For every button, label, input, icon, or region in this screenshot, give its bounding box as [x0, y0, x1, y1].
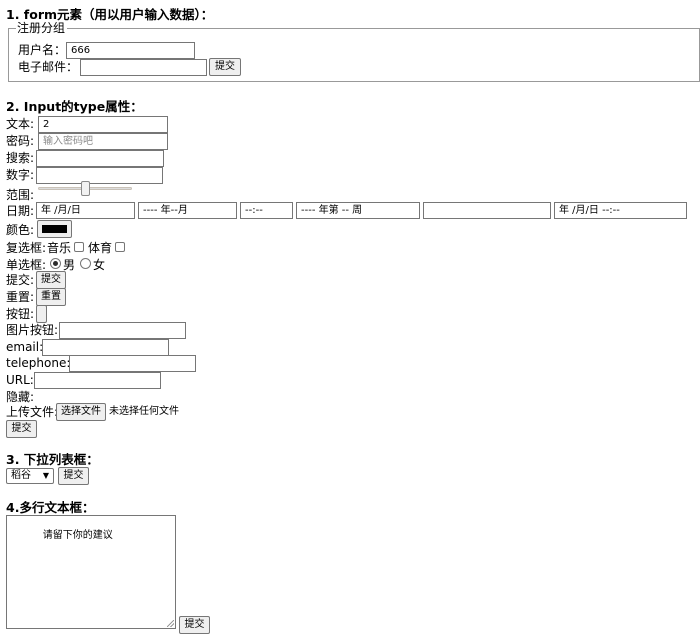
password-input[interactable]: 输入密码吧: [38, 133, 168, 150]
radio-male[interactable]: [50, 258, 61, 269]
password-label: 密码:: [6, 134, 35, 148]
radio-female-label: 女: [93, 258, 106, 272]
color-picker[interactable]: [37, 220, 72, 238]
text-label: 文本:: [6, 117, 35, 131]
time-input[interactable]: --:--: [240, 202, 293, 219]
email-type-label: email:: [6, 340, 44, 354]
email-label: 电子邮件：: [18, 60, 79, 74]
radio-female[interactable]: [80, 258, 91, 269]
checkbox-label: 复选框:: [6, 241, 47, 255]
email-type-input[interactable]: [42, 339, 169, 356]
email-input[interactable]: [80, 59, 207, 76]
color-swatch: [42, 225, 67, 233]
checkbox-sports[interactable]: [115, 242, 125, 252]
image-button-input[interactable]: [59, 322, 186, 339]
reset-label: 重置:: [6, 290, 35, 304]
username-label: 用户名：: [18, 43, 67, 57]
section-title-dropdown: 3. 下拉列表框：: [6, 452, 99, 467]
month-input[interactable]: ---- 年--月: [138, 202, 237, 219]
plain-button[interactable]: [36, 305, 47, 323]
search-input[interactable]: [36, 150, 164, 167]
textarea-submit-button[interactable]: 提交: [179, 616, 210, 634]
telephone-input[interactable]: [69, 355, 196, 372]
username-input[interactable]: 666: [66, 42, 195, 59]
fieldset-legend: 注册分组: [17, 21, 66, 35]
range-label: 范围:: [6, 188, 35, 202]
section-title-input-types: 2. Input的type属性：: [6, 99, 143, 114]
chevron-down-icon: ▼: [42, 471, 49, 480]
extra-input[interactable]: [423, 202, 551, 219]
date-label: 日期:: [6, 204, 35, 218]
file-label: 上传文件:: [6, 405, 59, 419]
button-label: 按钮:: [6, 307, 35, 321]
crop-select[interactable]: 稻谷 ▼: [6, 468, 54, 484]
register-submit-button[interactable]: 提交: [209, 58, 241, 76]
dropdown-submit-button[interactable]: 提交: [58, 467, 89, 485]
checkbox-sports-label: 体育: [88, 241, 113, 255]
reset-button[interactable]: 重置: [36, 288, 66, 306]
textarea-content: 请留下你的建议: [17, 530, 113, 541]
url-label: URL:: [6, 373, 34, 387]
search-label: 搜索:: [6, 151, 35, 165]
date-input[interactable]: 年 /月/日: [36, 202, 135, 219]
color-label: 颜色:: [6, 223, 35, 237]
form-submit-button[interactable]: 提交: [6, 420, 37, 438]
image-button-label: 图片按钮:: [6, 323, 59, 337]
resize-grip-icon[interactable]: [167, 620, 174, 627]
checkbox-music-label: 音乐: [47, 241, 72, 255]
section-title-textarea: 4.多行文本框：: [6, 500, 95, 515]
number-label: 数字:: [6, 168, 35, 182]
number-input[interactable]: [36, 167, 163, 184]
range-slider-thumb[interactable]: [80, 181, 90, 196]
url-input[interactable]: [34, 372, 161, 389]
text-input[interactable]: 2: [38, 116, 168, 133]
submit-button[interactable]: 提交: [36, 271, 66, 289]
week-input[interactable]: ---- 年第 -- 周: [296, 202, 420, 219]
telephone-label: telephone:: [6, 356, 71, 370]
hidden-label: 隐藏:: [6, 390, 35, 404]
file-status: 未选择任何文件: [109, 406, 179, 417]
file-choose-button[interactable]: 选择文件: [56, 403, 106, 421]
suggestion-textarea[interactable]: 请留下你的建议: [6, 515, 176, 629]
submit-label: 提交:: [6, 273, 35, 287]
checkbox-music[interactable]: [74, 242, 84, 252]
datetime-input[interactable]: 年 /月/日 --:--: [554, 202, 687, 219]
select-value: 稻谷: [11, 470, 31, 481]
